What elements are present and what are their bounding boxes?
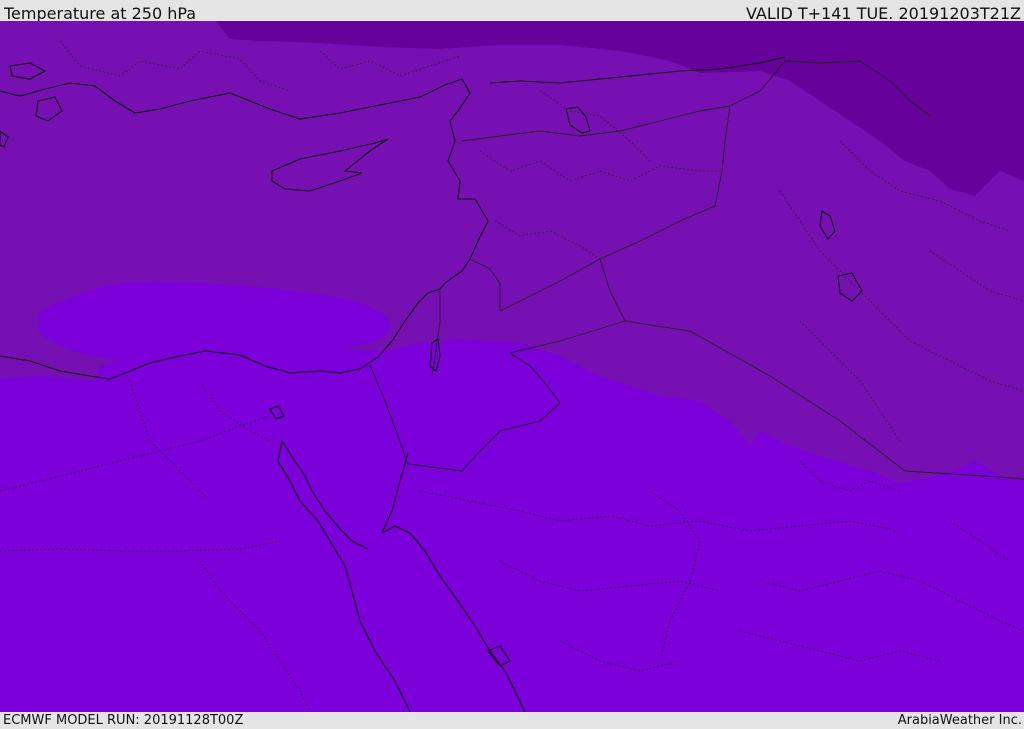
header-bar: Temperature at 250 hPa VALID T+141 TUE. … <box>0 0 1024 23</box>
map-figure: Temperature at 250 hPa VALID T+141 TUE. … <box>0 0 1024 729</box>
model-run-label: ECMWF MODEL RUN: 20191128T00Z <box>3 713 244 728</box>
map-panel <box>0 21 1024 712</box>
credit-label: ArabiaWeather Inc. <box>897 713 1022 728</box>
footer-bar: ECMWF MODEL RUN: 20191128T00Z ArabiaWeat… <box>0 712 1024 729</box>
map-canvas <box>0 21 1024 712</box>
